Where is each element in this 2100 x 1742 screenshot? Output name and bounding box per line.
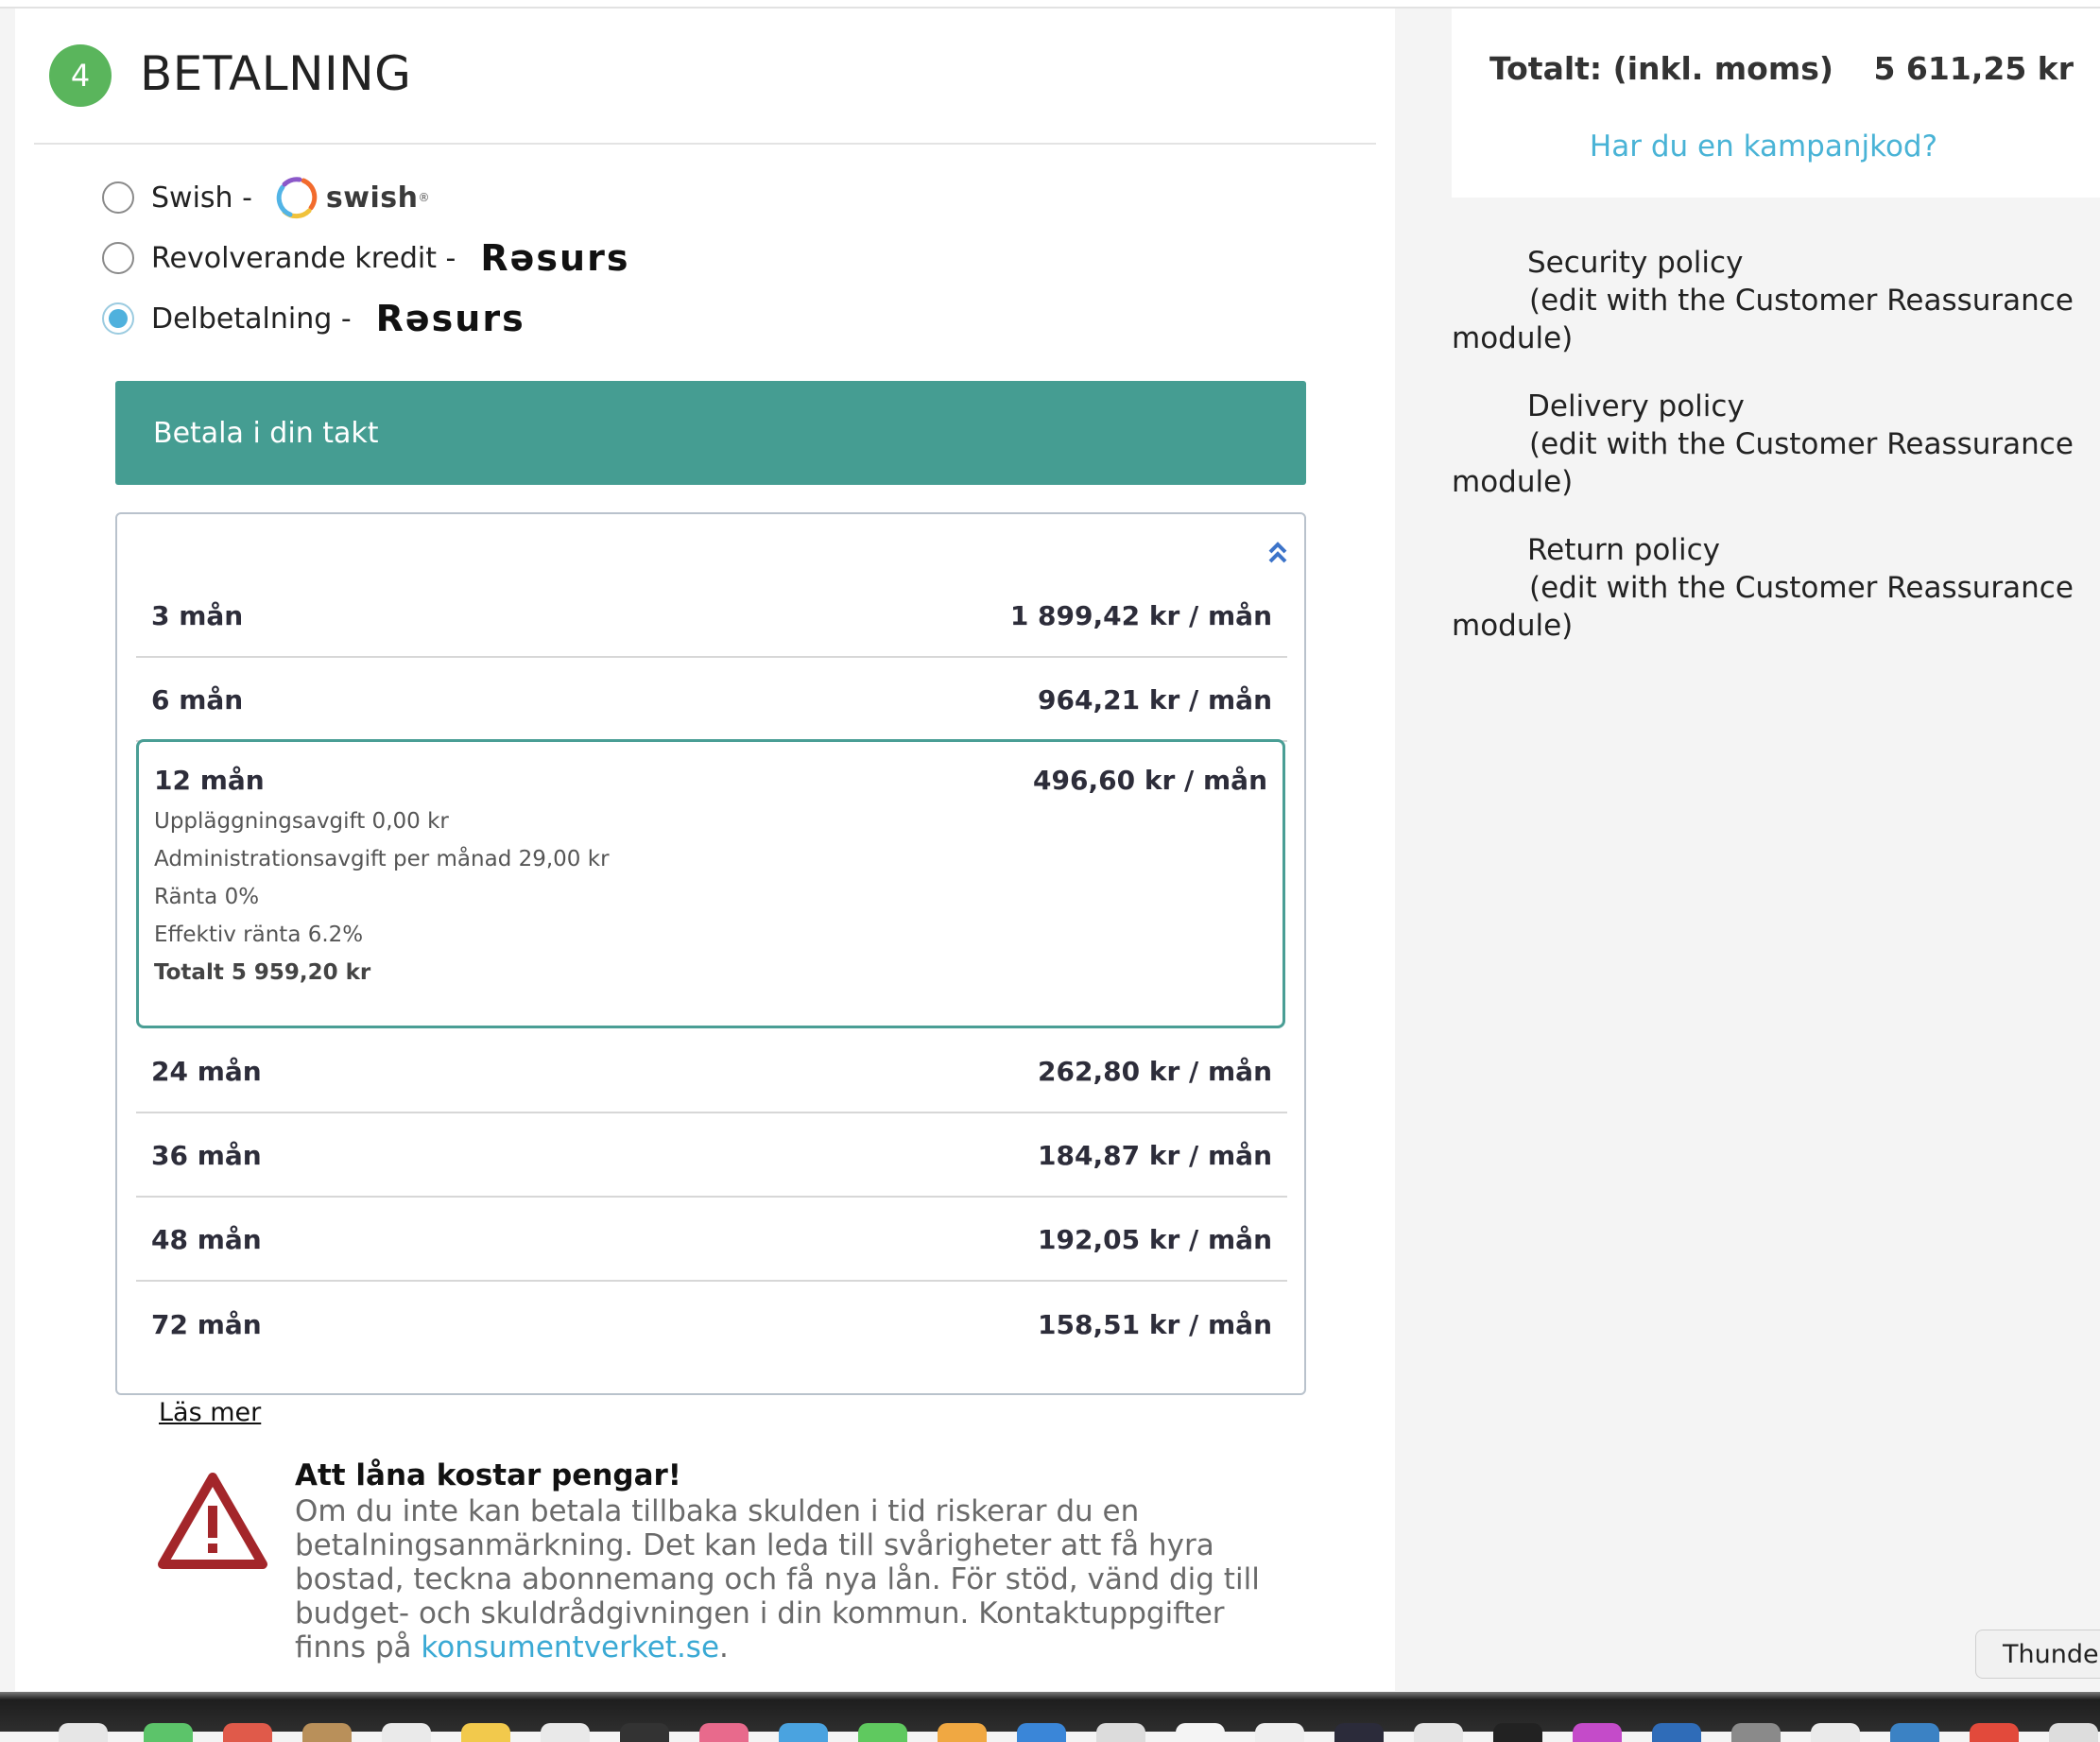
- radio-revolving-credit[interactable]: [102, 242, 134, 274]
- plan-months: 3 mån: [151, 599, 244, 631]
- dock-app-icon[interactable]: [699, 1723, 749, 1742]
- payment-panel: 4 BETALNING Swish - swish ® Revolverande …: [15, 9, 1395, 1691]
- interest-rate: Ränta 0%: [154, 885, 260, 909]
- swish-registered: ®: [418, 191, 430, 204]
- dock-app-icon[interactable]: [461, 1723, 510, 1742]
- reassurance-note: (edit with the Customer Reassurance: [1529, 427, 2074, 461]
- total-value: 5 611,25 kr: [1873, 50, 2074, 87]
- reassurance-note: (edit with the Customer Reassurance: [1529, 571, 2074, 605]
- warning-text: Om du inte kan betala tillbaka skulden i…: [295, 1494, 1297, 1664]
- dock-app-icon[interactable]: [1096, 1723, 1145, 1742]
- dock-app-icon[interactable]: [1017, 1723, 1066, 1742]
- campaign-code-link[interactable]: Har du en kampanjkod?: [1452, 129, 2075, 164]
- step-number-badge: 4: [49, 44, 112, 107]
- plan-months: 48 mån: [151, 1223, 262, 1255]
- warning-suffix: .: [719, 1630, 729, 1664]
- dock-app-icon[interactable]: [1493, 1723, 1542, 1742]
- dock-app-icon[interactable]: [144, 1723, 193, 1742]
- top-border: [0, 0, 2100, 9]
- dock-app-icon[interactable]: [620, 1723, 669, 1742]
- plan-row-12-selected[interactable]: 12 mån 496,60 kr / mån Uppläggningsavgif…: [136, 739, 1285, 1028]
- reassurance-note: (edit with the Customer Reassurance: [1529, 284, 2074, 318]
- plan-row-6[interactable]: 6 mån 964,21 kr / mån: [136, 659, 1287, 742]
- chevron-double-up-icon[interactable]: [1266, 539, 1289, 567]
- plan-price: 496,60 kr / mån: [1033, 765, 1267, 796]
- plan-months: 24 mån: [151, 1055, 262, 1087]
- dock-app-icon[interactable]: [1970, 1723, 2019, 1742]
- plan-price: 262,80 kr / mån: [1038, 1055, 1272, 1087]
- plan-price: 184,87 kr / mån: [1038, 1139, 1272, 1171]
- payment-option-installment[interactable]: Delbetalning - Rəsurs: [102, 298, 525, 339]
- read-more-link[interactable]: Läs mer: [159, 1398, 261, 1427]
- order-summary: Totalt: (inkl. moms) 5 611,25 kr Har du …: [1452, 9, 2100, 198]
- plan-months: 36 mån: [151, 1139, 262, 1171]
- reassurance-tail: module): [1452, 321, 1574, 355]
- option-label: Swish -: [151, 181, 252, 215]
- warning-title: Att låna kostar pengar!: [295, 1458, 681, 1492]
- setup-fee: Uppläggningsavgift 0,00 kr: [154, 809, 449, 834]
- dock-app-icon[interactable]: [382, 1723, 431, 1742]
- swish-logo: swish ®: [275, 176, 430, 219]
- dock-app-icon[interactable]: [2049, 1723, 2098, 1742]
- dock-app-icon[interactable]: [1652, 1723, 1701, 1742]
- reassurance-delivery: Delivery policy (edit with the Customer …: [1452, 388, 2075, 501]
- dock-app-icon[interactable]: [1573, 1723, 1622, 1742]
- dock-app-icon[interactable]: [1334, 1723, 1384, 1742]
- plan-row-24[interactable]: 24 mån 262,80 kr / mån: [136, 1030, 1287, 1113]
- swish-logo-text: swish: [325, 181, 419, 215]
- reassurance-security: Security policy (edit with the Customer …: [1452, 244, 2075, 357]
- plan-price: 158,51 kr / mån: [1038, 1308, 1272, 1340]
- option-label: Delbetalning -: [151, 302, 352, 336]
- dock-app-icon[interactable]: [302, 1723, 352, 1742]
- dock-app-icon[interactable]: [938, 1723, 987, 1742]
- reassurance-tail: module): [1452, 609, 1574, 643]
- dock-app-icon[interactable]: [1731, 1723, 1781, 1742]
- plan-price: 964,21 kr / mån: [1038, 683, 1272, 716]
- plan-price: 1 899,42 kr / mån: [1009, 599, 1272, 631]
- radio-installment[interactable]: [102, 302, 134, 335]
- plan-header: Betala i din takt: [115, 381, 1306, 485]
- dock-app-icon[interactable]: [1811, 1723, 1860, 1742]
- admin-fee: Administrationsavgift per månad 29,00 kr: [154, 847, 610, 871]
- plan-row-36[interactable]: 36 mån 184,87 kr / mån: [136, 1114, 1287, 1198]
- reassurance-return: Return policy (edit with the Customer Re…: [1452, 531, 2075, 645]
- resurs-logo: Rəsurs: [480, 237, 630, 279]
- reassurance-title: Return policy: [1527, 533, 1720, 567]
- plan-total: Totalt 5 959,20 kr: [154, 960, 371, 985]
- reassurance-title: Delivery policy: [1527, 389, 1745, 423]
- plan-price: 192,05 kr / mån: [1038, 1223, 1272, 1255]
- radio-swish[interactable]: [102, 181, 134, 214]
- payment-option-revolving-credit[interactable]: Revolverande kredit - Rəsurs: [102, 237, 629, 279]
- resurs-logo: Rəsurs: [375, 298, 525, 339]
- dock-app-icon[interactable]: [59, 1723, 108, 1742]
- dock-app-icon[interactable]: [541, 1723, 590, 1742]
- plan-months: 72 mån: [151, 1308, 262, 1340]
- option-label: Revolverande kredit -: [151, 241, 456, 275]
- divider: [34, 143, 1376, 145]
- plan-row-72[interactable]: 72 mån 158,51 kr / mån: [136, 1283, 1287, 1366]
- dock-app-icon[interactable]: [1176, 1723, 1225, 1742]
- payment-option-swish[interactable]: Swish - swish ®: [102, 176, 430, 219]
- plan-row-48[interactable]: 48 mån 192,05 kr / mån: [136, 1199, 1287, 1282]
- warning-triangle-icon: [158, 1473, 267, 1569]
- dock-app-icon[interactable]: [779, 1723, 828, 1742]
- dock-tooltip: Thunder: [1975, 1630, 2100, 1679]
- step-title: BETALNING: [140, 46, 412, 101]
- reassurance-tail: module): [1452, 465, 1574, 499]
- dock-app-icon[interactable]: [1255, 1723, 1304, 1742]
- plan-months: 12 mån: [154, 765, 265, 796]
- total-label: Totalt: (inkl. moms): [1489, 50, 1833, 87]
- reassurance-title: Security policy: [1527, 246, 1744, 280]
- dock-app-icon[interactable]: [858, 1723, 907, 1742]
- installment-plans: 3 mån 1 899,42 kr / mån 6 mån 964,21 kr …: [115, 512, 1306, 1395]
- dock-app-icon[interactable]: [1890, 1723, 1939, 1742]
- dock-app-icon[interactable]: [223, 1723, 272, 1742]
- effective-interest: Effektiv ränta 6.2%: [154, 923, 364, 947]
- konsumentverket-link[interactable]: konsumentverket.se: [421, 1630, 719, 1664]
- plan-row-3[interactable]: 3 mån 1 899,42 kr / mån: [136, 575, 1287, 658]
- plan-months: 6 mån: [151, 683, 244, 716]
- dock-app-icon[interactable]: [1414, 1723, 1463, 1742]
- swish-icon: [276, 177, 318, 219]
